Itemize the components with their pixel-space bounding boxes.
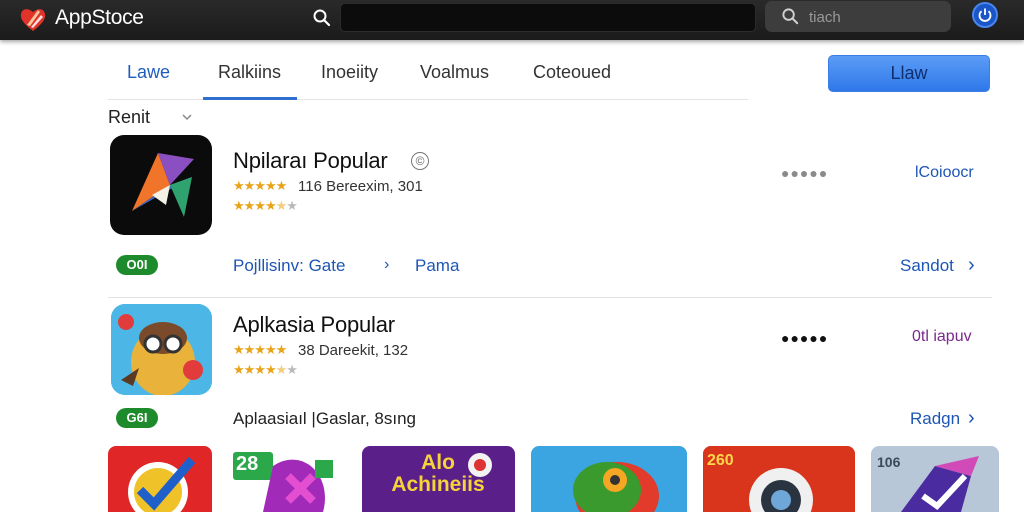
top-bar: AppStoce: [0, 0, 1024, 40]
address-field[interactable]: [340, 3, 756, 32]
search-input[interactable]: [807, 5, 941, 29]
app-name[interactable]: Aplkasia Popular: [233, 312, 395, 338]
arrow-logo-icon: [132, 153, 194, 217]
tab-ralkiins[interactable]: Ralkiins: [218, 62, 281, 83]
tab-lawe[interactable]: Lawe: [127, 62, 170, 83]
app-tile-1[interactable]: [108, 446, 212, 512]
search-icon[interactable]: [312, 8, 332, 28]
app-store-logo-icon[interactable]: [18, 4, 48, 34]
chevron-right-icon: ›: [384, 256, 390, 273]
active-tab-indicator: [203, 97, 297, 100]
chevron-down-icon[interactable]: [180, 110, 194, 124]
tab-coteoued[interactable]: Coteoued: [533, 62, 611, 83]
app-meta: 116 Bereexim, 301: [298, 178, 423, 195]
status-badge: O0I: [116, 255, 158, 275]
mascot-logo-icon: [111, 304, 212, 395]
category-link[interactable]: 0tl iapuv: [912, 328, 972, 346]
app-icon-1[interactable]: [110, 135, 212, 235]
genre-link[interactable]: Pojllisinv: Gate: [233, 256, 345, 276]
app-tile-2[interactable]: 28: [233, 446, 338, 512]
app-tile-3[interactable]: Alo Achineiis: [362, 446, 515, 512]
search-icon: [782, 8, 799, 25]
more-options-icon[interactable]: ●●●●●: [781, 330, 828, 346]
tile-label: 260: [707, 452, 734, 469]
info-icon[interactable]: ©: [411, 152, 429, 170]
action-link[interactable]: Sandot: [900, 256, 954, 276]
genre-link-extra[interactable]: Pama: [415, 256, 459, 276]
rating-stars-secondary: ★★★★★★: [233, 198, 298, 213]
chevron-right-icon[interactable]: ›: [968, 407, 975, 430]
app-icon-2[interactable]: [111, 304, 212, 395]
character-logo-icon: [573, 462, 659, 512]
tab-inoeiity[interactable]: Inoeiity: [321, 62, 378, 83]
power-icon: [978, 8, 992, 22]
row-divider: [108, 297, 992, 298]
rating-stars-secondary: ★★★★★★: [233, 362, 298, 377]
tab-voalmus[interactable]: Voalmus: [420, 62, 489, 83]
search-box[interactable]: [765, 1, 951, 32]
tile-label: 28: [236, 453, 259, 475]
tile-label: 106: [877, 454, 901, 470]
action-link[interactable]: Radgn: [910, 409, 960, 429]
app-tile-6[interactable]: 106: [871, 446, 999, 512]
emblem-icon: [468, 453, 492, 477]
rating-stars: ★★★★★: [233, 342, 287, 357]
status-badge: G6I: [116, 408, 158, 428]
power-button[interactable]: [972, 2, 998, 28]
genre-link[interactable]: Aplaasiaıl |Gaslar, 8sıng: [233, 409, 416, 429]
app-meta: 38 Dareekit, 132: [298, 342, 409, 359]
category-link[interactable]: lCoioocr: [915, 164, 974, 182]
app-tile-4[interactable]: [531, 446, 687, 512]
app-name[interactable]: Npilaraı Popular: [233, 148, 388, 174]
checkmark-logo-icon: [128, 457, 196, 512]
rating-stars: ★★★★★: [233, 178, 287, 193]
view-button[interactable]: Llaw: [828, 55, 990, 92]
chevron-right-icon[interactable]: ›: [968, 254, 975, 277]
app-tile-5[interactable]: 260: [703, 446, 855, 512]
more-options-icon[interactable]: ●●●●●: [781, 165, 828, 181]
section-label: Renit: [108, 107, 151, 127]
app-title: AppStoce: [55, 6, 144, 29]
